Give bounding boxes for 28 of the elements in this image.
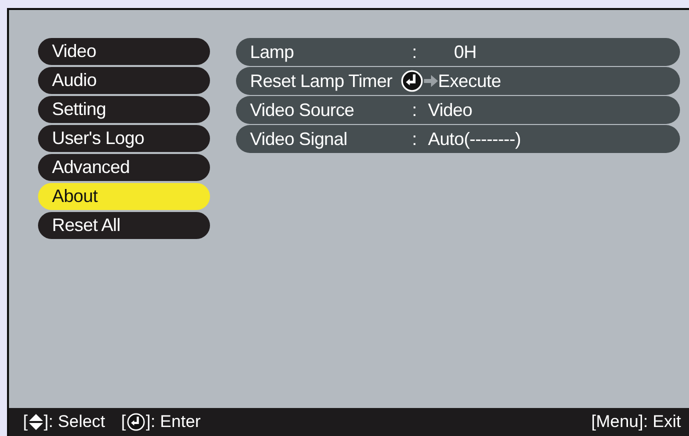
up-down-arrows-icon bbox=[28, 413, 44, 431]
row-label: Lamp bbox=[250, 42, 295, 62]
separator: : bbox=[412, 128, 418, 150]
hint-text: [Menu]: Exit bbox=[591, 412, 681, 432]
separator: : bbox=[412, 42, 418, 62]
arrow-icon bbox=[424, 75, 438, 87]
separator: : bbox=[412, 100, 418, 120]
row-value: Video bbox=[428, 100, 472, 120]
menu-item[interactable]: Advanced bbox=[38, 154, 210, 181]
enter-icon bbox=[401, 70, 423, 92]
menu-item[interactable]: User's Logo bbox=[38, 125, 210, 152]
action-row[interactable]: Reset Lamp Timer Execute bbox=[236, 67, 680, 95]
row-label: Video Source bbox=[250, 100, 356, 120]
menu-item[interactable]: Setting bbox=[38, 96, 210, 123]
menu-item[interactable]: Audio bbox=[38, 67, 210, 94]
hint-text: ]: Enter bbox=[146, 412, 201, 432]
hint-text: ]: Select bbox=[44, 412, 106, 432]
menu-item[interactable]: About bbox=[38, 183, 210, 210]
row-label: Video Signal bbox=[250, 128, 348, 150]
row-value: 0H bbox=[453, 42, 476, 62]
row-value: Execute bbox=[438, 70, 501, 92]
enter-icon bbox=[126, 413, 145, 431]
row-value: Auto(--------) bbox=[428, 128, 521, 150]
menu-item[interactable]: Video bbox=[38, 38, 210, 65]
hint-text: [ bbox=[23, 412, 28, 432]
menu-item[interactable]: Reset All bbox=[38, 212, 210, 239]
hint-text: [ bbox=[121, 412, 126, 432]
row-label: Reset Lamp Timer bbox=[250, 70, 394, 92]
